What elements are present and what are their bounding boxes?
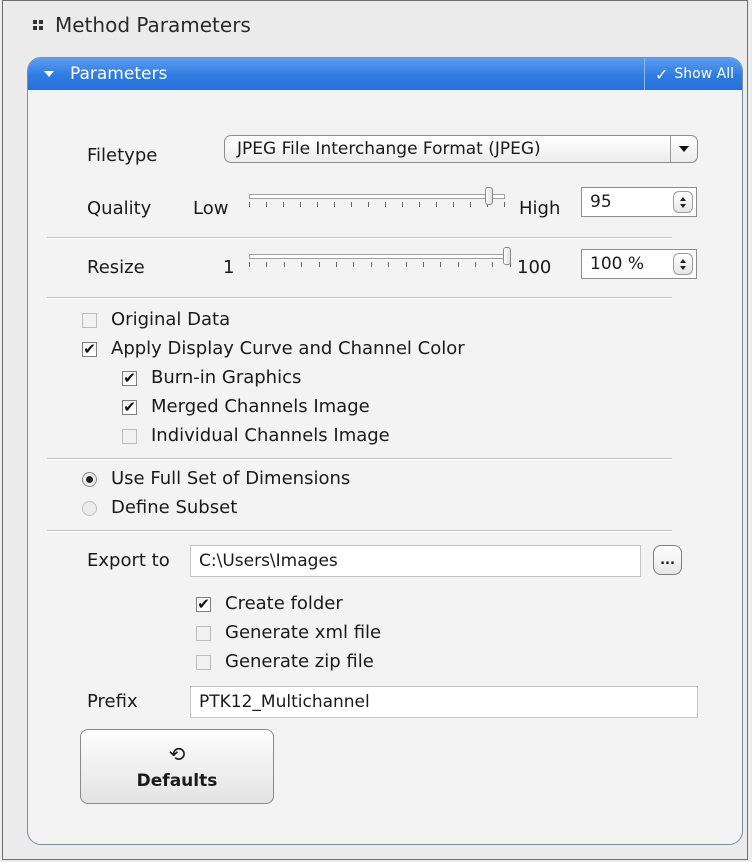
resize-slider[interactable]: [249, 247, 511, 271]
prefix-field[interactable]: PTK12_Multichannel: [190, 686, 698, 718]
resize-spinbox[interactable]: 100 %: [581, 249, 697, 279]
original-data-label[interactable]: Original Data: [111, 309, 230, 330]
resize-min-label: 1: [223, 257, 235, 278]
undo-icon: ⟲: [168, 741, 186, 766]
export-path-field[interactable]: C:\Users\Images: [190, 545, 641, 577]
quality-label: Quality: [87, 198, 152, 219]
create-folder-checkbox[interactable]: ✔: [196, 597, 211, 612]
generate-zip-checkbox[interactable]: [196, 655, 211, 670]
quality-slider[interactable]: [249, 187, 505, 211]
quality-high-label: High: [519, 198, 561, 219]
browse-label: ...: [660, 552, 675, 568]
export-to-label: Export to: [87, 550, 170, 571]
individual-channels-label[interactable]: Individual Channels Image: [151, 425, 390, 446]
resize-max-label: 100: [517, 257, 552, 278]
generate-xml-label[interactable]: Generate xml file: [225, 622, 381, 643]
defaults-label: Defaults: [136, 770, 218, 791]
parameters-panel: Parameters ✓ Show All: [27, 57, 743, 845]
full-dimensions-label[interactable]: Use Full Set of Dimensions: [111, 468, 350, 489]
dropdown-arrow-icon[interactable]: [670, 136, 697, 162]
collapse-triangle-icon[interactable]: [44, 71, 54, 77]
divider: [47, 237, 672, 239]
filetype-label: Filetype: [87, 145, 158, 166]
individual-channels-checkbox[interactable]: [122, 429, 137, 444]
filetype-value: JPEG File Interchange Format (JPEG): [237, 139, 541, 159]
resize-value: 100 %: [590, 254, 645, 274]
drag-grip-icon[interactable]: [33, 20, 43, 30]
resize-slider-thumb[interactable]: [503, 247, 511, 265]
divider: [47, 297, 672, 299]
resize-stepper[interactable]: [673, 253, 693, 275]
method-parameters-window: Method Parameters Parameters ✓ Show All …: [2, 0, 748, 860]
panel-title: Parameters: [70, 64, 168, 84]
prefix-value: PTK12_Multichannel: [199, 692, 370, 712]
resize-label: Resize: [87, 257, 145, 278]
generate-xml-checkbox[interactable]: [196, 626, 211, 641]
filetype-dropdown[interactable]: JPEG File Interchange Format (JPEG): [224, 135, 698, 163]
quality-value: 95: [590, 192, 612, 212]
parameters-titlebar[interactable]: Parameters ✓ Show All: [28, 58, 742, 90]
quality-stepper[interactable]: [673, 191, 693, 213]
browse-button[interactable]: ...: [653, 545, 682, 575]
quality-low-label: Low: [193, 198, 229, 219]
define-subset-radio[interactable]: [82, 501, 97, 516]
apply-display-curve-checkbox[interactable]: ✔: [82, 342, 97, 357]
merged-channels-label[interactable]: Merged Channels Image: [151, 396, 370, 417]
section-title: Method Parameters: [55, 13, 251, 37]
prefix-label: Prefix: [87, 691, 138, 712]
divider: [47, 458, 672, 460]
divider: [47, 530, 672, 532]
show-all-label: Show All: [674, 66, 734, 82]
show-all-toggle[interactable]: ✓ Show All: [644, 58, 742, 90]
original-data-checkbox[interactable]: [82, 313, 97, 328]
generate-zip-label[interactable]: Generate zip file: [225, 651, 374, 672]
full-dimensions-radio[interactable]: [82, 472, 97, 487]
checkmark-icon: ✓: [655, 64, 669, 84]
quality-spinbox[interactable]: 95: [581, 187, 697, 217]
export-path-value: C:\Users\Images: [199, 551, 338, 571]
define-subset-label[interactable]: Define Subset: [111, 497, 237, 518]
apply-display-curve-label[interactable]: Apply Display Curve and Channel Color: [111, 338, 465, 359]
burn-in-graphics-checkbox[interactable]: ✔: [122, 371, 137, 386]
burn-in-graphics-label[interactable]: Burn-in Graphics: [151, 367, 301, 388]
quality-slider-thumb[interactable]: [485, 187, 493, 205]
create-folder-label[interactable]: Create folder: [225, 593, 343, 614]
merged-channels-checkbox[interactable]: ✔: [122, 400, 137, 415]
section-header[interactable]: Method Parameters: [33, 13, 251, 37]
defaults-button[interactable]: ⟲ Defaults: [80, 729, 274, 804]
